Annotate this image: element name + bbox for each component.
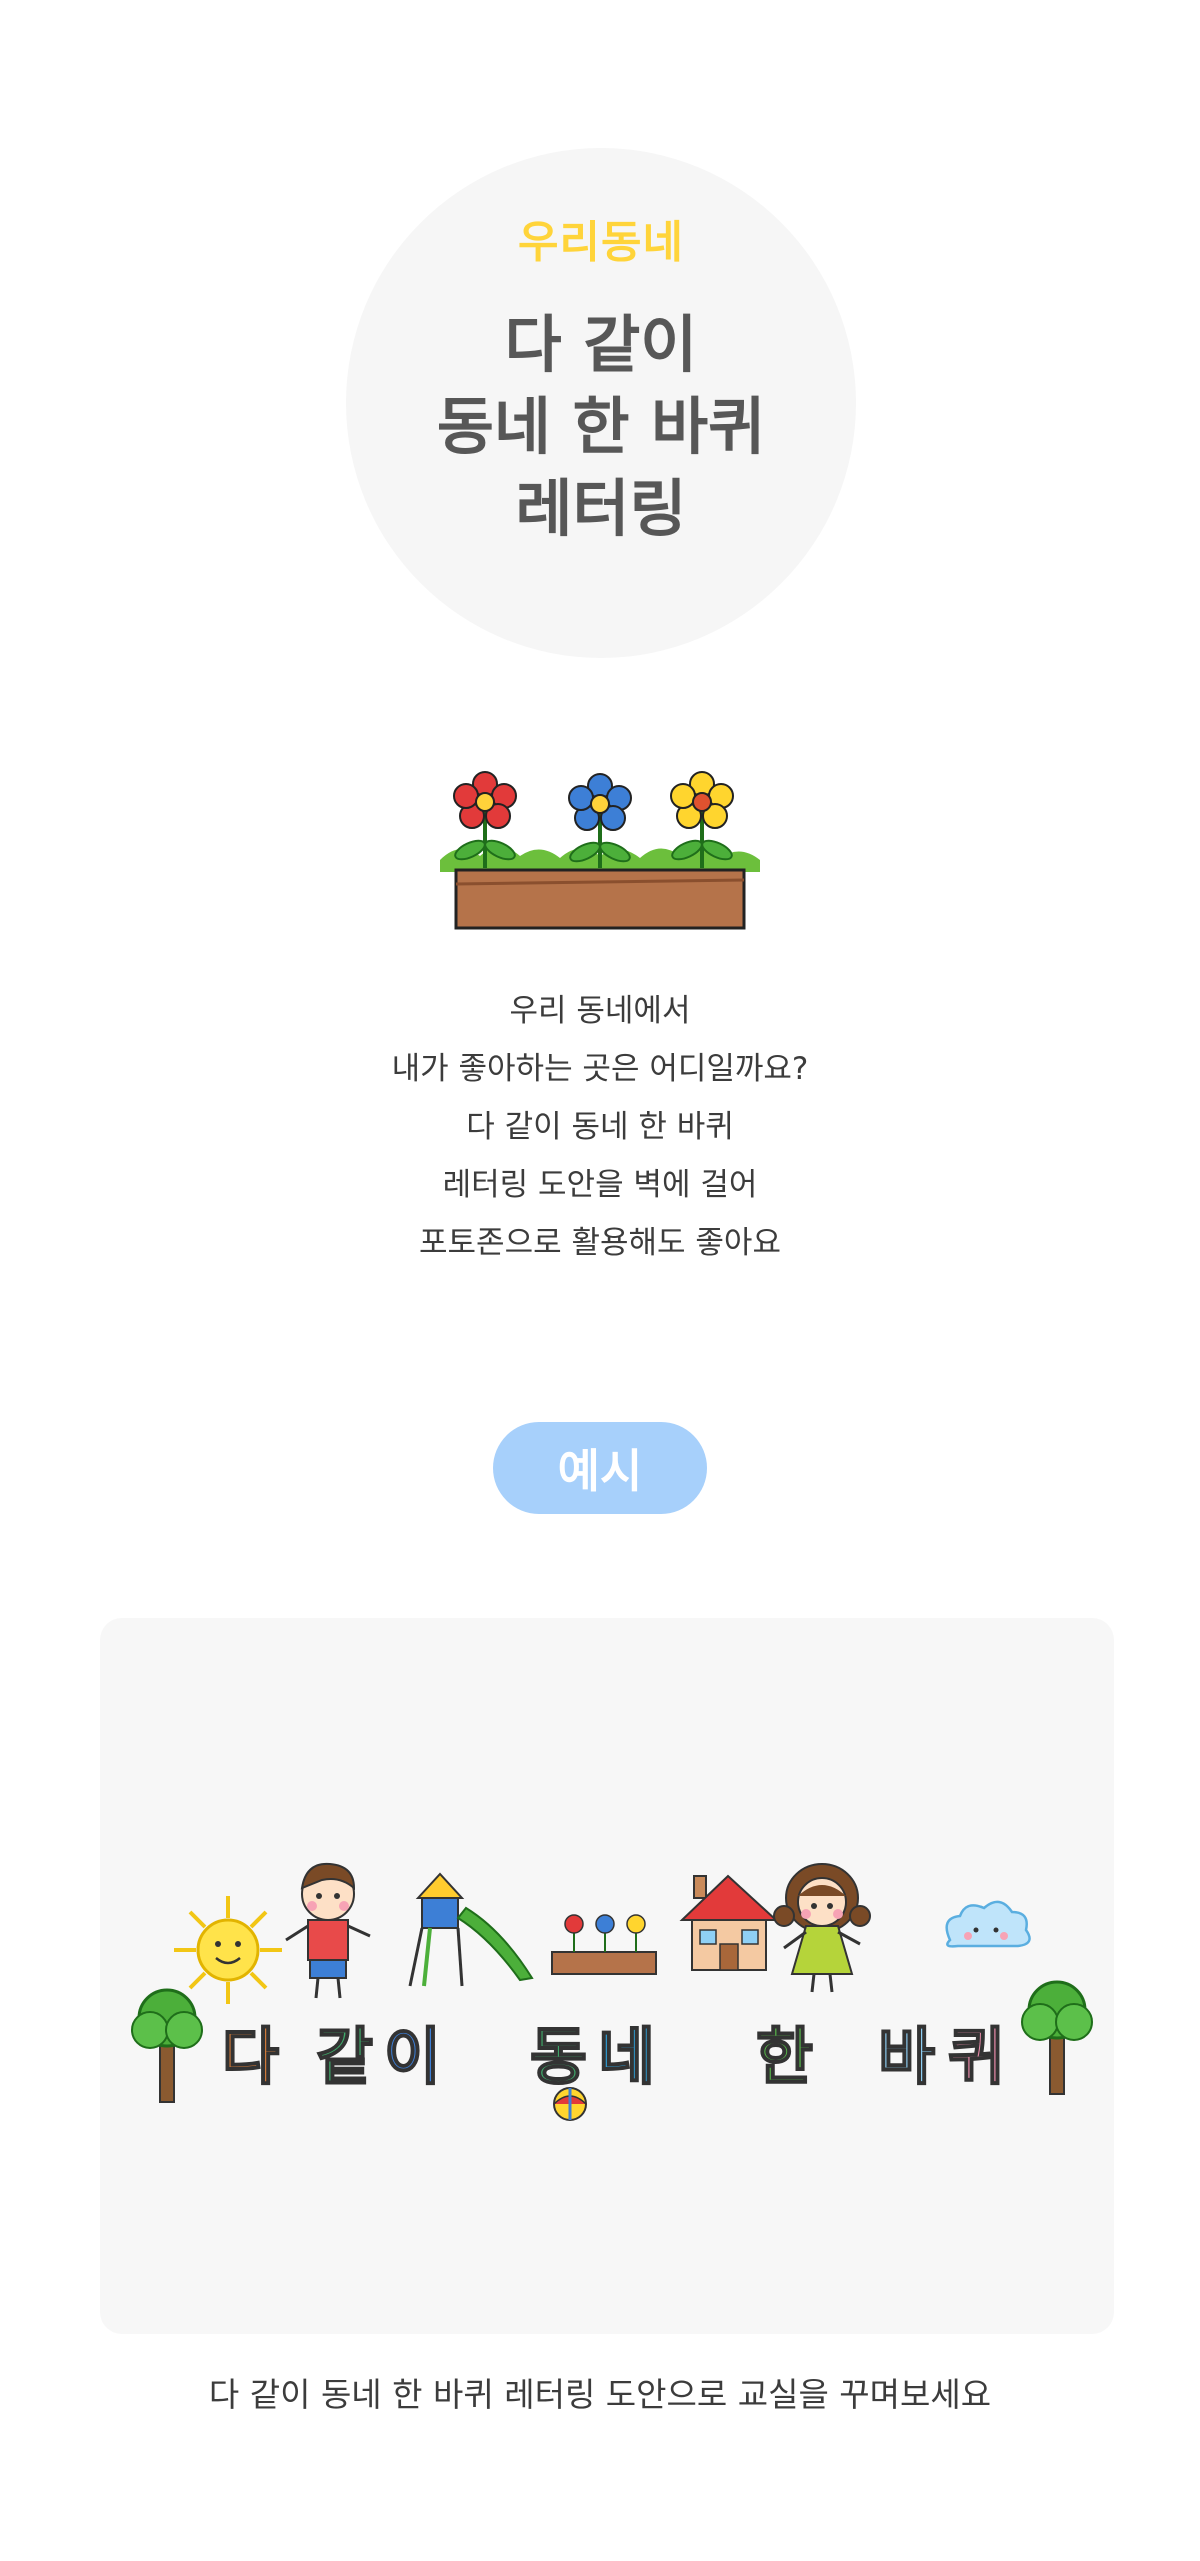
example-panel: 다 같 이 동 네 한 바 퀴: [100, 1618, 1114, 2334]
description-line-4: 레터링 도안을 벽에 걸어: [442, 1167, 758, 1203]
description: 우리 동네에서 내가 좋아하는 곳은 어디일까요? 다 같이 동네 한 바퀴 레…: [0, 982, 1200, 1272]
lettering-char: 바: [878, 2020, 935, 2093]
lettering-row: 다 같 이 동 네 한 바 퀴: [221, 2019, 1006, 2094]
tree-icon: [1021, 1980, 1093, 2095]
house-icon: [679, 1874, 779, 1971]
hero-title-line-2: 동네 한 바퀴: [436, 390, 766, 463]
lettering-char: 한: [756, 2020, 813, 2093]
caption: 다 같이 동네 한 바퀴 레터링 도안으로 교실을 꾸며보세요: [208, 2375, 992, 2414]
cloud-icon: [945, 1900, 1031, 1948]
sun-icon: [174, 1896, 282, 2004]
hero-title-line-3: 레터링: [515, 472, 687, 545]
description-line-5: 포토존으로 활용해도 좋아요: [419, 1225, 781, 1261]
girl-figure-icon: [773, 1863, 871, 1993]
hero-subtitle: 우리동네: [518, 217, 684, 268]
description-line-1: 우리 동네에서: [509, 993, 691, 1029]
flower-box-illustration: [430, 760, 770, 940]
lettering-char: 퀴: [948, 2020, 1005, 2093]
lettering-char: 같: [316, 2020, 373, 2093]
description-line-2: 내가 좋아하는 곳은 어디일까요?: [391, 1051, 809, 1087]
lettering-char: 이: [384, 2020, 441, 2093]
lettering-char: 네: [598, 2020, 655, 2093]
hero-title-line-1: 다 같이: [504, 308, 698, 381]
tree-icon: [131, 1988, 203, 2103]
example-illustration: 다 같 이 동 네 한 바 퀴: [131, 1862, 1093, 2121]
hero-title: 다 같이 동네 한 바퀴 레터링: [437, 304, 765, 550]
lettering-char: 동: [530, 2020, 587, 2093]
example-badge: 예시: [493, 1422, 707, 1514]
boy-figure-icon: [285, 1862, 371, 1999]
hero-circle: 우리동네 다 같이 동네 한 바퀴 레터링: [346, 148, 856, 658]
lettering-char: 다: [222, 2020, 279, 2093]
flower-box-icon: [551, 1914, 657, 1975]
playground-slide-icon: [408, 1872, 534, 1987]
ball-icon: [553, 2087, 587, 2121]
description-line-3: 다 같이 동네 한 바퀴: [466, 1109, 734, 1145]
